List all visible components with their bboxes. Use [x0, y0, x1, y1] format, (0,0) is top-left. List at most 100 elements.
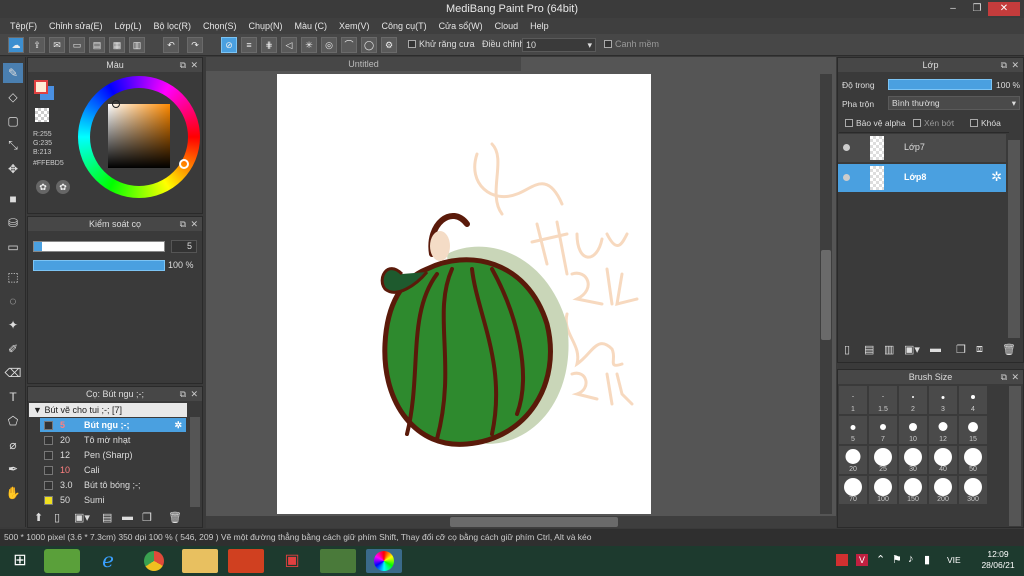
new-layer-icon[interactable]: ▯ [844, 343, 850, 356]
snap-parallel-icon[interactable]: ≡ [241, 37, 257, 53]
page-icon[interactable]: ▤ [89, 37, 105, 53]
brush-item[interactable]: 5 Bút ngu ;-; ✲ [40, 418, 186, 432]
brush-size-cell[interactable]: 2 [899, 386, 927, 414]
comment-icon[interactable]: ✉ [49, 37, 65, 53]
layout-icon[interactable]: ▥ [129, 37, 145, 53]
close-icon[interactable]: ✕ [190, 58, 198, 72]
snap-vanish-icon[interactable]: ◁ [281, 37, 297, 53]
menu-filter[interactable]: Bộ lọc(R) [147, 18, 197, 34]
snap-radial-icon[interactable]: ✳ [301, 37, 317, 53]
chrome-icon[interactable] [136, 549, 172, 573]
brush-size-cell[interactable]: 1.5 [869, 386, 897, 414]
brush-item[interactable]: 10 Cali [40, 463, 186, 477]
snap-cross-icon[interactable]: ⋕ [261, 37, 277, 53]
undock-icon[interactable]: ⧉ [180, 217, 186, 231]
layer-opacity-slider[interactable] [888, 79, 992, 90]
new-1bit-layer-icon[interactable]: ▥ [884, 343, 894, 356]
close-icon[interactable]: ✕ [1011, 370, 1019, 384]
app-paint-icon[interactable] [366, 549, 402, 573]
magic-wand-icon[interactable]: ✦ [3, 315, 23, 335]
brush-size-cell[interactable]: 7 [869, 416, 897, 444]
app-medibang-icon[interactable] [320, 549, 356, 573]
undock-icon[interactable]: ⧉ [180, 58, 186, 72]
layer-list-scrollbar[interactable] [1008, 140, 1020, 338]
select-eraser-icon[interactable]: ⌫ [3, 363, 23, 383]
duplicate-icon[interactable]: ❐ [142, 511, 152, 524]
menu-tools[interactable]: Công cụ(T) [376, 18, 433, 34]
duplicate-icon[interactable]: ❐ [956, 343, 966, 356]
protect-alpha-checkbox[interactable]: Bảo vệ alpha [845, 118, 906, 128]
brush-tool-icon[interactable]: ✎ [3, 63, 23, 83]
app-bluestacks-icon[interactable] [44, 549, 80, 573]
clock[interactable]: 12:09 28/06/21 [978, 549, 1018, 571]
brush-menu-icon[interactable]: ▣▾ [74, 511, 90, 524]
windows-start-icon[interactable]: ⊞ [2, 549, 38, 573]
flag-icon[interactable]: ⚑ [892, 553, 902, 566]
brush-size-cell[interactable]: 200 [929, 476, 957, 504]
brush-list-scrollbar[interactable] [190, 417, 200, 507]
move-tool-icon[interactable]: ✥ [3, 159, 23, 179]
brush-size-slider[interactable] [33, 241, 165, 252]
brush-size-cell[interactable]: 15 [959, 416, 987, 444]
snap-off-icon[interactable]: ⊘ [221, 37, 237, 53]
network-icon[interactable]: ⌃ [876, 553, 885, 566]
add-layer-menu-icon[interactable]: ▣▾ [904, 343, 920, 356]
folder-icon[interactable]: ▬ [122, 511, 133, 523]
dot-tool-icon[interactable]: ▢ [3, 111, 23, 131]
language-indicator[interactable]: VIE [947, 555, 961, 565]
vertical-scroll-thumb[interactable] [821, 250, 831, 340]
brush-size-cell[interactable]: 4 [959, 386, 987, 414]
brush-size-cell[interactable]: 20 [839, 446, 867, 474]
eyedropper-icon[interactable]: ⌀ [3, 435, 23, 455]
undo-icon[interactable]: ↶ [163, 37, 179, 53]
blend-mode-select[interactable]: Bình thường ▾ [888, 96, 1020, 110]
snap-ellipse-icon[interactable]: ◯ [361, 37, 377, 53]
undock-icon[interactable]: ⧉ [1001, 58, 1007, 72]
cloud-icon[interactable]: ☁ [8, 37, 24, 53]
tray-app-icon[interactable] [836, 554, 848, 566]
menu-view[interactable]: Xem(V) [333, 18, 376, 34]
menu-select[interactable]: Chọn(S) [197, 18, 243, 34]
brush-item[interactable]: 20 Tô mờ nhạt [40, 433, 186, 447]
export-icon[interactable]: ⇪ [29, 37, 45, 53]
shape-tool-icon[interactable]: ■ [3, 189, 23, 209]
transparent-swatch[interactable] [35, 108, 49, 122]
brush-size-scrollbar[interactable] [1009, 386, 1021, 526]
divide-tool-icon[interactable]: ⬠ [3, 411, 23, 431]
foreground-color[interactable] [34, 80, 48, 94]
undock-icon[interactable]: ⧉ [180, 387, 186, 401]
app-presentation-icon[interactable] [228, 549, 264, 573]
brush-group-header[interactable]: ▼ Bút vẽ cho tui ;-; [7] [29, 403, 187, 417]
bucket-tool-icon[interactable]: ⛁ [3, 213, 23, 233]
brush-size-cell[interactable]: 70 [839, 476, 867, 504]
clip-checkbox[interactable]: Xén bớt [913, 118, 954, 128]
brush-size-cell[interactable]: 12 [929, 416, 957, 444]
trash-icon[interactable]: 🗑 [168, 511, 182, 524]
select-tool-icon[interactable]: ⬚ [3, 267, 23, 287]
brush-size-cell[interactable]: 40 [929, 446, 957, 474]
menu-edit[interactable]: Chỉnh sửa(E) [43, 18, 109, 34]
brush-size-cell[interactable]: 3 [929, 386, 957, 414]
align-checkbox[interactable]: Canh mềm [604, 39, 659, 49]
add-brush-icon[interactable]: ⬆ [34, 511, 43, 524]
brush-size-cell[interactable]: 5 [839, 416, 867, 444]
eye-icon[interactable] [843, 174, 850, 181]
brush-item[interactable]: 12 Pen (Sharp) [40, 448, 186, 462]
close-icon[interactable]: ✕ [190, 217, 198, 231]
lock-checkbox[interactable]: Khóa [970, 118, 1001, 128]
brush-item[interactable]: 50 Sumi [40, 493, 186, 507]
lasso-tool-icon[interactable]: ◌ [3, 291, 23, 311]
merge-icon[interactable]: ⧈ [976, 343, 983, 356]
canvas[interactable] [277, 74, 651, 514]
gear-icon[interactable]: ⚙ [381, 37, 397, 53]
blur-tool-icon[interactable]: ⤡ [3, 135, 23, 155]
menu-help[interactable]: Help [524, 18, 555, 34]
hand-tool-icon[interactable]: ✋ [3, 483, 23, 503]
menu-color[interactable]: Màu (C) [289, 18, 334, 34]
brush-size-cell[interactable]: 100 [869, 476, 897, 504]
close-icon[interactable]: ✕ [190, 387, 198, 401]
new-brush-icon[interactable]: ▯ [54, 511, 60, 524]
snap-circle-icon[interactable]: ◎ [321, 37, 337, 53]
brush-size-cell[interactable]: 150 [899, 476, 927, 504]
tray-antivirus-icon[interactable]: V [856, 554, 868, 566]
